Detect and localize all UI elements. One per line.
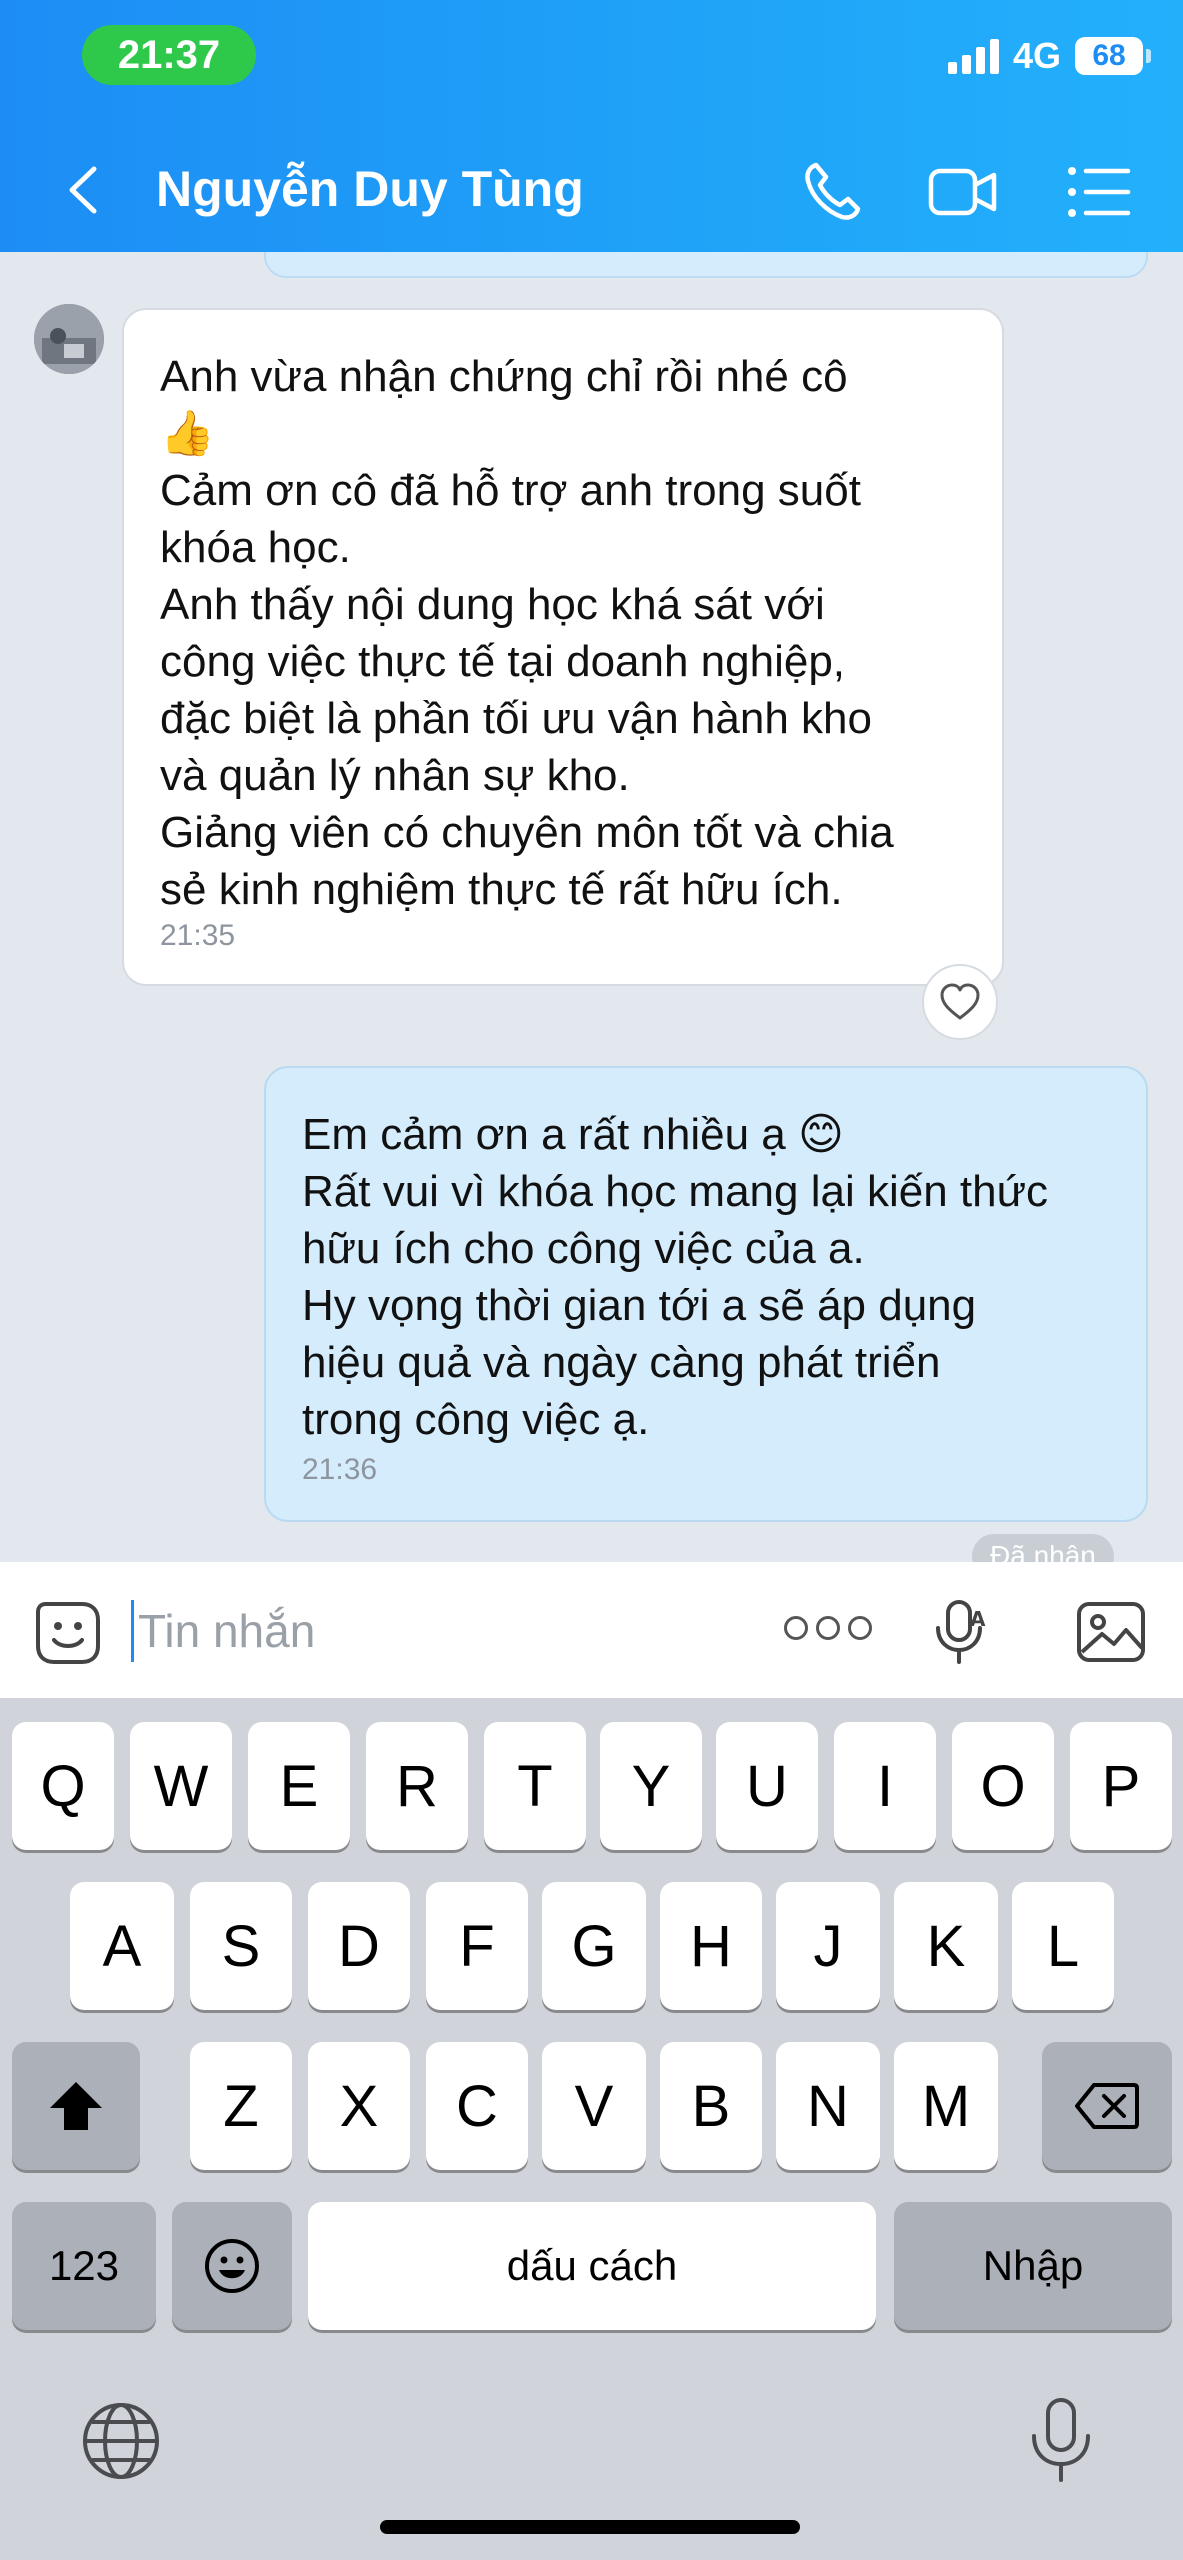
status-time: 21:37 (82, 25, 256, 85)
key-t[interactable]: T (484, 1722, 586, 1850)
message-text-line: sẻ kinh nghiệm thực tế rất hữu ích. (160, 865, 843, 914)
chat-area[interactable]: Anh vừa nhận chứng chỉ rồi nhé cô 👍 Cảm … (0, 252, 1183, 1562)
key-h[interactable]: H (660, 1882, 762, 2010)
video-call-icon[interactable] (926, 155, 1000, 229)
key-s[interactable]: S (190, 1882, 292, 2010)
phone-call-icon[interactable] (796, 155, 870, 229)
return-key[interactable]: Nhập (894, 2202, 1172, 2330)
key-j[interactable]: J (776, 1882, 880, 2010)
numbers-key[interactable]: 123 (12, 2202, 156, 2330)
key-b[interactable]: B (660, 2042, 762, 2170)
message-text-line: Giảng viên có chuyên môn tốt và chia (160, 808, 894, 857)
back-icon[interactable] (54, 155, 114, 225)
message-text-line: trong công việc ạ. (302, 1395, 650, 1444)
message-input[interactable]: Tin nhắn (138, 1604, 315, 1658)
battery-icon: 68 (1075, 37, 1151, 75)
message-composer: Tin nhắn A (0, 1562, 1183, 1698)
space-key[interactable]: dấu cách (308, 2202, 876, 2330)
heart-react-icon[interactable] (922, 964, 998, 1040)
globe-icon[interactable] (80, 2400, 162, 2482)
key-z[interactable]: Z (190, 2042, 292, 2170)
message-text-line: công việc thực tế tại doanh nghiệp, (160, 637, 846, 686)
previous-message-bubble[interactable] (264, 252, 1148, 278)
image-gallery-icon[interactable] (1074, 1596, 1146, 1668)
key-p[interactable]: P (1070, 1722, 1172, 1850)
key-i[interactable]: I (834, 1722, 936, 1850)
message-timestamp: 21:35 (160, 919, 236, 952)
message-text-line: Anh thấy nội dung học khá sát với (160, 580, 825, 629)
key-d[interactable]: D (308, 1882, 410, 2010)
incoming-message-bubble[interactable]: Anh vừa nhận chứng chỉ rồi nhé cô 👍 Cảm … (122, 308, 1004, 986)
message-text-line: hiệu quả và ngày càng phát triển (302, 1338, 941, 1387)
sticker-icon[interactable] (32, 1596, 104, 1668)
outgoing-message-bubble[interactable]: Em cảm ơn a rất nhiều ạ 😊 Rất vui vì khó… (264, 1066, 1148, 1522)
menu-list-icon[interactable] (1062, 155, 1136, 229)
key-e[interactable]: E (248, 1722, 350, 1850)
emoji-keyboard-icon[interactable] (172, 2202, 292, 2330)
network-type: 4G (1012, 35, 1061, 76)
key-l[interactable]: L (1012, 1882, 1114, 2010)
message-text-line: Anh vừa nhận chứng chỉ rồi nhé cô (160, 352, 848, 401)
text-cursor (131, 1600, 134, 1662)
key-x[interactable]: X (308, 2042, 410, 2170)
key-f[interactable]: F (426, 1882, 528, 2010)
contact-avatar[interactable] (34, 304, 104, 374)
status-icons: 4G 68 (947, 34, 1151, 78)
key-m[interactable]: M (894, 2042, 998, 2170)
voice-to-text-icon[interactable]: A (924, 1596, 996, 1668)
key-v[interactable]: V (542, 2042, 646, 2170)
dictation-mic-icon[interactable] (1024, 2396, 1098, 2486)
key-o[interactable]: O (952, 1722, 1054, 1850)
message-text-line: Em cảm ơn a rất nhiều ạ 😊 (302, 1110, 844, 1159)
key-g[interactable]: G (542, 1882, 646, 2010)
shift-key[interactable] (12, 2042, 140, 2170)
thumbs-up-emoji: 👍 (160, 409, 215, 458)
key-w[interactable]: W (130, 1722, 232, 1850)
key-q[interactable]: Q (12, 1722, 114, 1850)
message-timestamp: 21:36 (302, 1453, 378, 1486)
chat-header: 21:37 4G 68 Nguyễn Duy Tùng (0, 0, 1183, 252)
signal-icon (947, 38, 999, 74)
message-text-line: Hy vọng thời gian tới a sẽ áp dụng (302, 1281, 977, 1330)
message-text-line: Cảm ơn cô đã hỗ trợ anh trong suốt (160, 466, 861, 515)
contact-name[interactable]: Nguyễn Duy Tùng (156, 160, 584, 218)
key-k[interactable]: K (894, 1882, 998, 2010)
key-n[interactable]: N (776, 2042, 880, 2170)
svg-text:A: A (970, 1607, 986, 1631)
message-text-line: hữu ích cho công việc của a. (302, 1224, 865, 1273)
more-options-icon[interactable] (784, 1616, 872, 1640)
onscreen-keyboard: Q W E R T Y U I O P A S D F G H J K L Z … (0, 1698, 1183, 2560)
message-text-line: khóa học. (160, 523, 351, 572)
message-text-line: Rất vui vì khóa học mang lại kiến thức (302, 1167, 1049, 1216)
home-indicator (380, 2520, 800, 2534)
message-text-line: đặc biệt là phần tối ưu vận hành kho (160, 694, 872, 743)
key-y[interactable]: Y (600, 1722, 702, 1850)
key-a[interactable]: A (70, 1882, 174, 2010)
key-u[interactable]: U (716, 1722, 818, 1850)
delivery-status-badge: Đã nhận (972, 1534, 1114, 1562)
key-r[interactable]: R (366, 1722, 468, 1850)
message-text-line: và quản lý nhân sự kho. (160, 751, 630, 800)
backspace-key[interactable] (1042, 2042, 1172, 2170)
key-c[interactable]: C (426, 2042, 528, 2170)
